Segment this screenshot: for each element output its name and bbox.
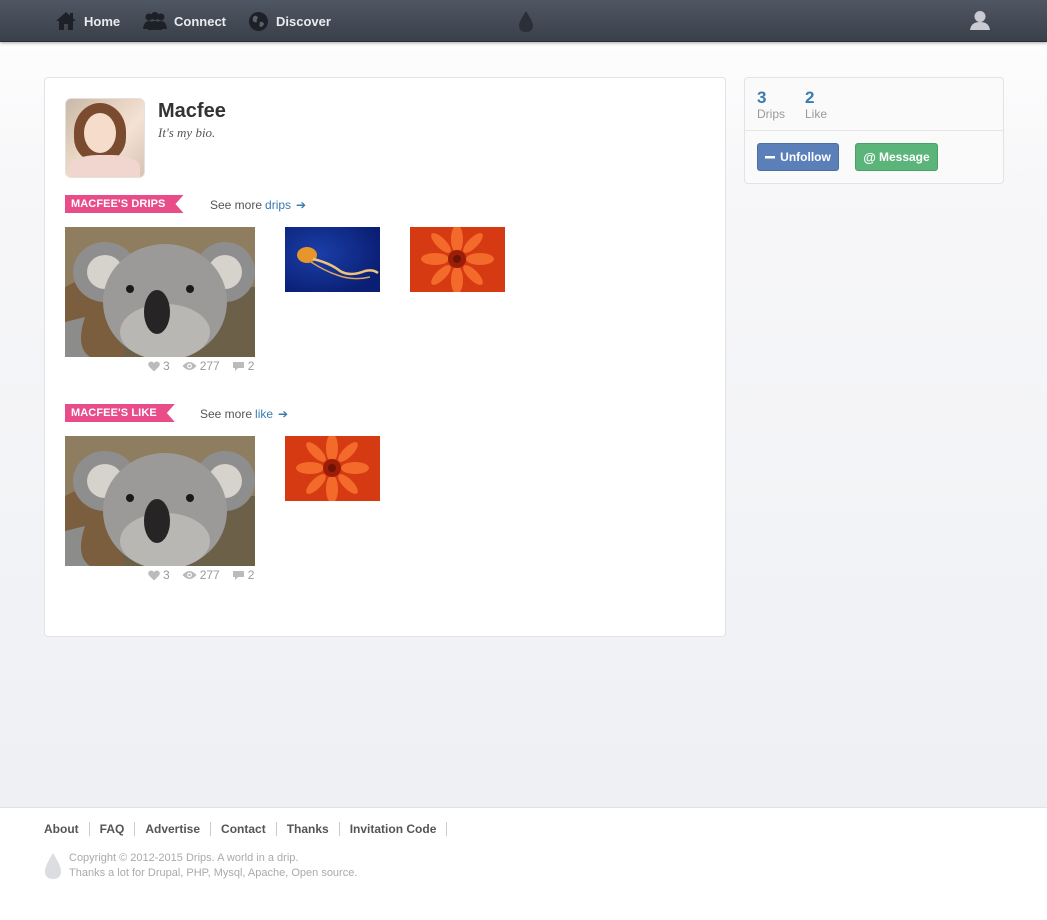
drip-thumb-jellyfish[interactable] xyxy=(285,227,380,292)
minus-icon xyxy=(765,156,776,159)
thanks-text: Thanks a lot for Drupal, PHP, Mysql, Apa… xyxy=(69,867,358,879)
drip-thumb-koala[interactable] xyxy=(65,227,255,357)
likes-stat[interactable]: 3 xyxy=(148,359,170,373)
message-label: Message xyxy=(878,150,930,164)
divider xyxy=(745,130,1003,131)
profile-card: Macfee It's my bio. MACFEE'S DRIPS See m… xyxy=(44,77,726,637)
unfollow-label: Unfollow xyxy=(780,150,831,164)
profile-name[interactable]: Macfee xyxy=(158,100,226,123)
footer-copyright: Copyright © 2012-2015 Drips. A world in … xyxy=(69,851,357,881)
comments-stat[interactable]: 2 xyxy=(232,568,255,582)
footer-link-contact[interactable]: Contact xyxy=(211,822,277,836)
see-more-drips: See more drips ➔ xyxy=(210,198,306,212)
heart-icon xyxy=(148,361,160,371)
footer-links: About FAQ Advertise Contact Thanks Invit… xyxy=(44,822,448,836)
drips-logo-icon[interactable] xyxy=(518,10,534,38)
like-label: Like xyxy=(805,107,828,121)
drip-featured-stats: 3 277 2 xyxy=(148,359,254,373)
drips-label: Drips xyxy=(757,107,786,121)
footer-link-faq[interactable]: FAQ xyxy=(90,822,136,836)
home-icon xyxy=(56,12,76,30)
drips-stat[interactable]: 3 Drips xyxy=(757,88,786,122)
likes-count: 3 xyxy=(163,359,170,373)
see-more-like-link[interactable]: like xyxy=(255,407,273,421)
see-more-drips-prefix: See more xyxy=(210,198,263,212)
drip-logo-icon xyxy=(44,852,62,885)
unfollow-button[interactable]: Unfollow xyxy=(757,143,839,171)
comment-icon xyxy=(232,570,244,580)
at-icon: @ xyxy=(863,149,876,165)
nav-discover[interactable]: Discover xyxy=(248,10,331,32)
like-count: 2 xyxy=(805,88,815,107)
profile-stats-card: 3 Drips 2 Like Unfollow @ Message xyxy=(744,77,1004,184)
see-more-drips-link[interactable]: drips xyxy=(265,198,291,212)
profile-bio: It's my bio. xyxy=(158,125,216,140)
like-section-title: MACFEE'S LIKE xyxy=(65,404,175,422)
arrow-right-icon: ➔ xyxy=(296,198,307,212)
views-count: 277 xyxy=(199,359,220,373)
footer-link-invitation-code[interactable]: Invitation Code xyxy=(340,822,448,836)
copyright-text: Copyright © 2012-2015 Drips. A world in … xyxy=(69,852,299,864)
nav-home[interactable]: Home xyxy=(55,10,120,32)
see-more-like-prefix: See more xyxy=(200,407,253,421)
top-navbar: Home Connect Discover xyxy=(0,0,1047,42)
heart-icon xyxy=(148,570,160,580)
message-button[interactable]: @ Message xyxy=(855,143,938,171)
people-icon xyxy=(143,12,167,30)
see-more-like: See more like ➔ xyxy=(200,407,288,421)
user-menu-icon[interactable] xyxy=(969,10,991,36)
comment-icon xyxy=(232,361,244,371)
like-thumb-koala[interactable] xyxy=(65,436,255,566)
like-featured-stats: 3 277 2 xyxy=(148,568,254,582)
like-stat[interactable]: 2 Like xyxy=(805,88,828,122)
views-count: 277 xyxy=(199,568,220,582)
comments-stat[interactable]: 2 xyxy=(232,359,255,373)
eye-icon xyxy=(182,362,197,370)
avatar[interactable] xyxy=(65,98,145,178)
footer-link-advertise[interactable]: Advertise xyxy=(135,822,212,836)
like-thumb-flower[interactable] xyxy=(285,436,380,501)
arrow-right-icon: ➔ xyxy=(278,407,289,421)
drips-count: 3 xyxy=(757,88,767,107)
nav-discover-label: Discover xyxy=(276,13,331,29)
footer: About FAQ Advertise Contact Thanks Invit… xyxy=(0,807,1047,920)
nav-home-label: Home xyxy=(84,13,121,29)
likes-stat[interactable]: 3 xyxy=(148,568,170,582)
comments-count: 2 xyxy=(247,359,255,373)
eye-icon xyxy=(182,571,197,579)
comments-count: 2 xyxy=(247,568,255,582)
nav-connect-label: Connect xyxy=(174,13,226,29)
footer-link-about[interactable]: About xyxy=(44,822,90,836)
globe-icon xyxy=(249,11,268,31)
drip-thumb-flower[interactable] xyxy=(410,227,505,292)
drips-section-title: MACFEE'S DRIPS xyxy=(65,195,183,213)
views-stat: 277 xyxy=(182,359,220,373)
views-stat: 277 xyxy=(182,568,220,582)
likes-count: 3 xyxy=(163,568,170,582)
nav-connect[interactable]: Connect xyxy=(143,10,226,32)
footer-link-thanks[interactable]: Thanks xyxy=(277,822,340,836)
